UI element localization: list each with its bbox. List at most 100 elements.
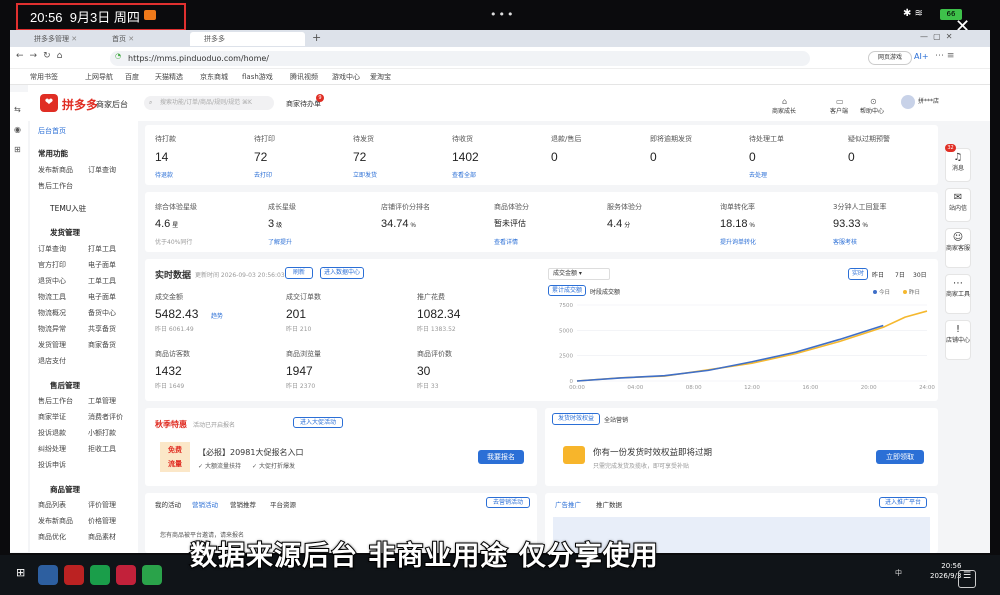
health-sub[interactable]: 优于40%同行	[155, 237, 192, 246]
browser-app-icon[interactable]	[38, 565, 58, 585]
todo-value[interactable]: 1402	[452, 150, 479, 164]
nav-item[interactable]: 拒收工具	[88, 444, 116, 454]
view-tab-yesterday[interactable]: 昨日	[872, 270, 884, 279]
rail-tools[interactable]: ⋯ 商家工具	[945, 274, 971, 314]
nav-item[interactable]: 共享备货	[88, 324, 116, 334]
more-dots-icon[interactable]: •••	[490, 8, 515, 21]
rt-trend-link[interactable]: 趋势	[211, 311, 223, 320]
refresh-button[interactable]: 刷新	[285, 267, 313, 279]
activity-tab-1[interactable]: 我的活动	[155, 499, 181, 509]
video-app-icon[interactable]	[116, 565, 136, 585]
nav-home[interactable]: 后台首页	[38, 126, 66, 136]
todo-link[interactable]: 去处理	[749, 170, 767, 179]
data-center-button[interactable]: 进入数据中心	[320, 267, 364, 279]
url-input[interactable]: https://mms.pinduoduo.com/home/	[110, 51, 810, 66]
nav-item[interactable]: 商品列表	[38, 500, 66, 510]
nav-arrows-icon[interactable]: ←→↻⌂	[16, 51, 68, 61]
activity-tab-2[interactable]: 营销活动	[192, 499, 218, 509]
todo-button[interactable]: 商家待办单	[286, 99, 321, 109]
bookmark-7[interactable]: 腾讯视频	[290, 72, 318, 82]
todo-value[interactable]: 0	[650, 150, 657, 164]
tab-2[interactable]: 首页 ✕	[98, 32, 180, 46]
new-tab-icon[interactable]: +	[312, 31, 321, 44]
todo-value[interactable]: 0	[749, 150, 756, 164]
wps-app-icon[interactable]	[64, 565, 84, 585]
nav-item[interactable]: 打单工具	[88, 244, 116, 254]
start-icon[interactable]: ⊞	[16, 566, 25, 579]
todo-value[interactable]: 72	[254, 150, 267, 164]
ad-tab-1[interactable]: 广告推广	[555, 499, 581, 509]
view-tab-realtime[interactable]: 实时	[848, 268, 868, 280]
rail-message[interactable]: ♫ 消息	[945, 148, 971, 182]
nav-item[interactable]: 退货中心	[38, 276, 66, 286]
activity-tab-3[interactable]: 营销推荐	[230, 499, 256, 509]
rights-tab-2[interactable]: 全站营销	[604, 415, 628, 424]
nav-item[interactable]: 电子面单	[88, 260, 116, 270]
bookmark-3[interactable]: 百度	[125, 72, 139, 82]
ime-indicator[interactable]: 中	[895, 568, 902, 578]
todo-link[interactable]: 查看全部	[452, 170, 476, 179]
ai-button[interactable]: AI+	[914, 52, 929, 61]
nav-item[interactable]: 商品优化	[38, 532, 66, 542]
chat-app-icon[interactable]	[90, 565, 110, 585]
nav-item[interactable]: 订单查询	[88, 165, 116, 175]
user-name[interactable]: 拼***店	[918, 96, 939, 105]
todo-link[interactable]: 待退款	[155, 170, 173, 179]
notification-icon[interactable]: ☰	[958, 570, 976, 588]
avatar[interactable]	[901, 95, 915, 109]
nav-item[interactable]: 物流概况	[38, 308, 66, 318]
nav-item[interactable]: 发货管理	[38, 340, 66, 350]
todo-link[interactable]: 立即发货	[353, 170, 377, 179]
nav-item[interactable]: 电子面单	[88, 292, 116, 302]
rail-store[interactable]: ! 店铺中心	[945, 320, 971, 360]
nav-item[interactable]: 物流异常	[38, 324, 66, 334]
bookmark-2[interactable]: 上网导航	[85, 72, 113, 82]
nav-item[interactable]: 小额打款	[88, 428, 116, 438]
nav-item[interactable]: 售后工作台	[38, 181, 73, 191]
bookmark-6[interactable]: flash游戏	[242, 72, 273, 82]
chart-metric-select[interactable]: 成交金额 ▾	[548, 268, 610, 280]
bookmark-9[interactable]: 爱淘宝	[370, 72, 391, 82]
tab-1[interactable]: 拼多多管理 ✕	[20, 32, 96, 46]
promo-signup-button[interactable]: 我要报名	[478, 450, 524, 464]
health-sub[interactable]: 客服考核	[833, 237, 857, 246]
window-controls[interactable]: — ▢ ✕	[920, 32, 952, 41]
todo-value[interactable]: 72	[353, 150, 366, 164]
bookmark-8[interactable]: 游戏中心	[332, 72, 360, 82]
nav-item[interactable]: 消费者评价	[88, 412, 123, 422]
nav-item[interactable]: 工单管理	[88, 396, 116, 406]
wechat-app-icon[interactable]	[142, 565, 162, 585]
todo-value[interactable]: 0	[848, 150, 855, 164]
ad-platform-button[interactable]: 进入推广平台	[879, 497, 927, 508]
view-tab-30d[interactable]: 30日	[913, 270, 927, 279]
rail-inbox[interactable]: ✉ 站内信	[945, 188, 971, 222]
bookmark-4[interactable]: 天猫精选	[155, 72, 183, 82]
activity-tab-4[interactable]: 平台资源	[270, 499, 296, 509]
health-sub[interactable]: 提升询单转化	[720, 237, 756, 246]
health-sub[interactable]: 了解提升	[268, 237, 292, 246]
promo-enter-button[interactable]: 进入大促活动	[293, 417, 343, 428]
tab-3[interactable]: 拼多多	[190, 32, 305, 46]
nav-item[interactable]: 发布新商品	[38, 165, 73, 175]
nav-item[interactable]: 投诉申诉	[38, 460, 66, 470]
activity-button[interactable]: 去营销活动	[486, 497, 530, 508]
webgame-button[interactable]: 网页游戏	[868, 51, 912, 65]
nav-item[interactable]: 物流工具	[38, 292, 66, 302]
bookmark-5[interactable]: 京东商城	[200, 72, 228, 82]
global-search-input[interactable]: 搜索功能/订单/商品/规则/规范 ⌘K	[144, 96, 274, 110]
bookmark-1[interactable]: 常用书签	[30, 72, 58, 82]
nav-item[interactable]: 官方打印	[38, 260, 66, 270]
ad-tab-2[interactable]: 推广数据	[596, 499, 622, 509]
nav-item[interactable]: 工单工具	[88, 276, 116, 286]
view-tab-7d[interactable]: 7日	[895, 270, 905, 279]
nav-item[interactable]: 评价管理	[88, 500, 116, 510]
todo-value[interactable]: 0	[551, 150, 558, 164]
menu-icon[interactable]: ⋯ ≡	[935, 51, 954, 61]
rail-service[interactable]: ☺ 商家客服	[945, 228, 971, 268]
nav-item[interactable]: 订单查询	[38, 244, 66, 254]
rights-claim-button[interactable]: 立即领取	[876, 450, 924, 464]
nav-temu[interactable]: TEMU入驻	[50, 203, 86, 214]
nav-item[interactable]: 纠纷处理	[38, 444, 66, 454]
header-tool-3[interactable]: 帮助中心	[860, 106, 884, 115]
nav-item[interactable]: 售后工作台	[38, 396, 73, 406]
